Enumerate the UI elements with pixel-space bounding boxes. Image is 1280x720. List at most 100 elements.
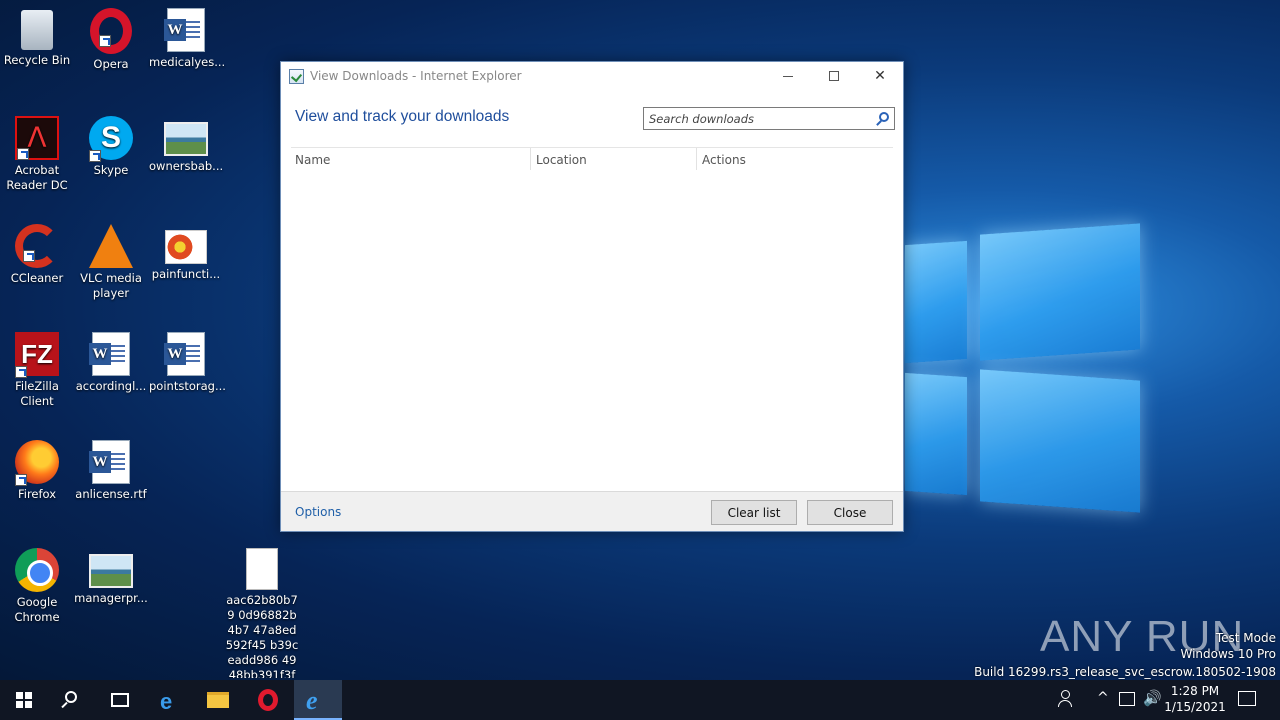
desktop-icon-label: VLC media player [80, 271, 142, 300]
edge-icon: e [160, 689, 173, 714]
notification-icon[interactable] [1238, 691, 1256, 706]
vlc-icon [89, 224, 133, 268]
word-document-icon: W [164, 8, 205, 52]
desktop-icon-label: painfuncti... [151, 267, 221, 281]
desktop-icon-label: anlicense.rtf [75, 487, 147, 501]
desktop-icon-label: accordingl... [75, 379, 147, 393]
desktop-icon-label: ownersbab... [149, 159, 224, 173]
desktop-icon-label: medicalyes... [149, 55, 226, 69]
desktop-icon-rtf[interactable]: W anlicense.rtf [74, 436, 148, 502]
minimize-icon [783, 75, 793, 77]
clock-date: 1/15/2021 [1164, 700, 1226, 714]
build-label: Build 16299.rs3_release_svc_escrow.18050… [974, 665, 1276, 679]
blank-file-icon [246, 548, 278, 590]
chrome-icon [15, 548, 59, 592]
desktop-icon-image[interactable]: ownersbab... [149, 112, 223, 174]
chevron-up-icon[interactable]: ^ [1097, 690, 1109, 720]
column-header-location[interactable]: Location [536, 153, 587, 167]
clock-time: 1:28 PM [1170, 684, 1220, 698]
close-window-button[interactable]: ✕ [857, 62, 903, 92]
clock[interactable]: 1:28 PM 1/15/2021 [1160, 683, 1230, 715]
people-icon[interactable] [1058, 690, 1076, 708]
desktop-icon-label: CCleaner [10, 271, 64, 285]
network-icon[interactable] [1119, 692, 1135, 706]
column-header-name[interactable]: Name [295, 153, 330, 167]
maximize-button[interactable] [811, 62, 857, 92]
word-document-icon: W [89, 332, 130, 376]
windows-edition-label: Windows 10 Pro [1180, 647, 1276, 661]
view-downloads-window: View Downloads - Internet Explorer ✕ Vie… [280, 61, 904, 532]
internet-explorer-icon: e [306, 686, 318, 715]
opera-icon [258, 689, 278, 711]
image-file-icon [89, 554, 133, 588]
desktop-icon-label: Firefox [17, 487, 57, 501]
windows-icon [16, 692, 32, 708]
column-divider [530, 148, 531, 170]
window-footer: Options Clear list Close [281, 491, 903, 531]
desktop-icon-label: pointstorag... [149, 379, 226, 393]
desktop-icon-unknown-file[interactable]: aac62b80b79 0d96882b4b7 47a8ed592f45 b39… [224, 544, 300, 678]
desktop-icon-acrobat[interactable]: ᐱ Acrobat Reader DC [0, 112, 74, 193]
desktop-icon-vlc[interactable]: VLC media player [74, 220, 148, 301]
page-title: View and track your downloads [295, 108, 510, 125]
taskbar-opera[interactable] [244, 680, 292, 720]
close-button[interactable]: Close [807, 500, 893, 525]
desktop-icon-word-doc[interactable]: W medicalyes... [149, 4, 226, 70]
desktop-icon-filezilla[interactable]: FZ FileZilla Client [0, 328, 74, 409]
desktop-icon-word-doc[interactable]: W accordingl... [74, 328, 148, 394]
acrobat-icon: ᐱ [15, 116, 59, 160]
desktop-icon-label: aac62b80b79 0d96882b4b7 47a8ed592f45 b39… [225, 593, 299, 678]
desktop-icon-word-doc[interactable]: W pointstorag... [149, 328, 226, 394]
minimize-button[interactable] [765, 62, 811, 92]
desktop-icon-chrome[interactable]: Google Chrome [0, 544, 74, 625]
filezilla-icon: FZ [15, 332, 59, 378]
taskbar-edge[interactable]: e [146, 680, 194, 720]
desktop-icon-label: Opera [93, 57, 129, 71]
start-button[interactable] [0, 680, 48, 720]
taskbar-file-explorer[interactable] [194, 680, 242, 720]
column-divider [696, 148, 697, 170]
desktop-icon-recycle-bin[interactable]: Recycle Bin [0, 4, 74, 68]
desktop-icon-label: Skype [93, 163, 129, 177]
image-file-icon [164, 122, 208, 156]
title-bar[interactable]: View Downloads - Internet Explorer ✕ [281, 62, 903, 92]
close-icon: ✕ [874, 68, 886, 84]
desktop-icon-label: managerpr... [74, 591, 148, 605]
volume-icon[interactable]: 🔊 [1143, 689, 1162, 720]
search-icon [65, 691, 77, 703]
word-document-icon: W [89, 440, 130, 484]
window-title: View Downloads - Internet Explorer [310, 69, 522, 83]
taskbar-internet-explorer[interactable]: e [294, 680, 342, 720]
column-header-actions[interactable]: Actions [702, 153, 746, 167]
clear-list-button[interactable]: Clear list [711, 500, 797, 525]
maximize-icon [829, 71, 839, 81]
downloads-app-icon [289, 69, 304, 84]
desktop-icon-skype[interactable]: S Skype [74, 112, 148, 178]
downloads-list [281, 169, 903, 492]
task-view-icon [111, 693, 129, 707]
desktop-icon-firefox[interactable]: Firefox [0, 436, 74, 502]
firefox-icon [15, 440, 59, 486]
desktop-icon-image[interactable]: managerpr... [74, 544, 148, 606]
test-mode-label: Test Mode [1215, 631, 1276, 645]
downloads-header: View and track your downloads [281, 92, 903, 147]
search-input[interactable] [644, 108, 864, 129]
opera-icon [90, 8, 132, 54]
task-view-button[interactable] [96, 680, 144, 720]
desktop-icon-label: Google Chrome [14, 595, 60, 624]
search-box [643, 107, 895, 130]
desktop-icon-label: Recycle Bin [3, 53, 71, 67]
search-button[interactable] [48, 680, 96, 720]
desktop-icon-image[interactable]: painfuncti... [149, 220, 223, 282]
word-document-icon: W [164, 332, 205, 376]
recycle-bin-icon [21, 10, 53, 50]
options-link[interactable]: Options [295, 505, 341, 519]
image-file-icon [165, 230, 207, 264]
folder-icon [207, 692, 229, 708]
skype-icon: S [89, 116, 133, 162]
desktop-icon-ccleaner[interactable]: CCleaner [0, 220, 74, 286]
taskbar: e e ^ 🔊 1:28 PM 1/15/2021 [0, 680, 1280, 720]
search-icon[interactable] [879, 112, 889, 122]
desktop-icon-opera[interactable]: Opera [74, 4, 148, 72]
desktop-icon-label: Acrobat Reader DC [6, 163, 68, 192]
